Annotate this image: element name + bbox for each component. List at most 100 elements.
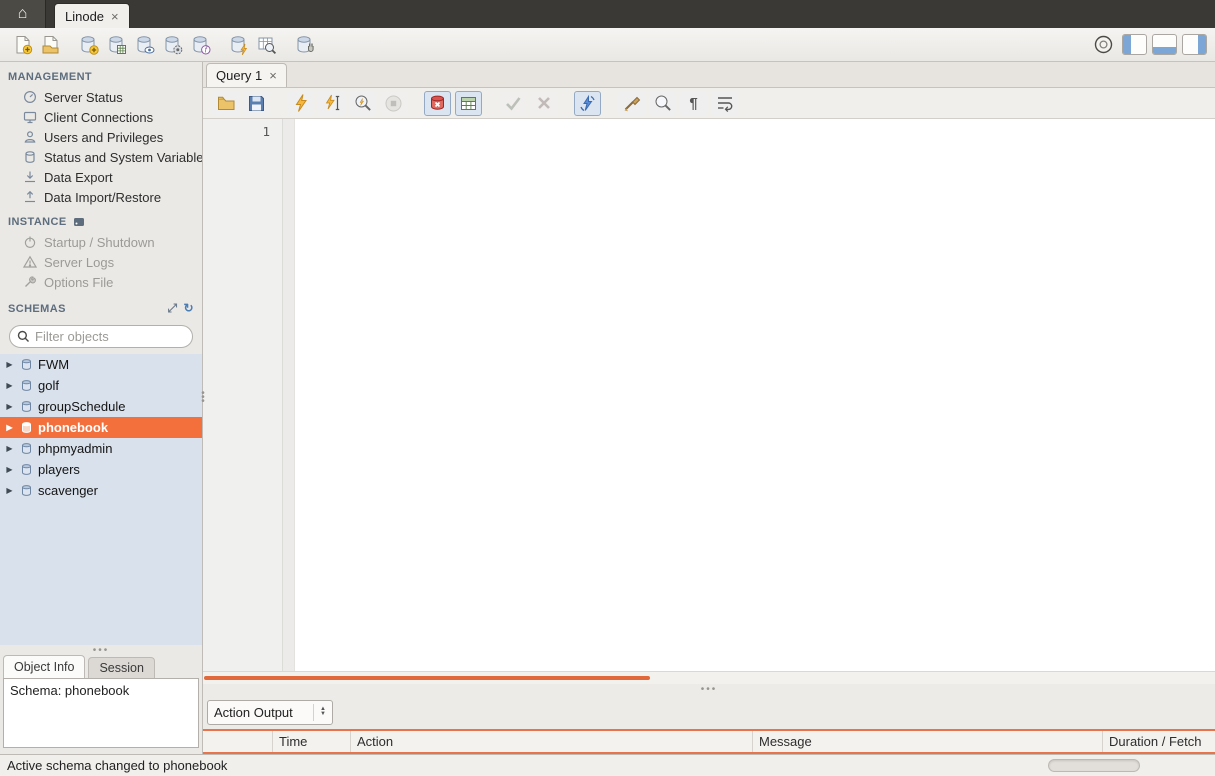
sidebar-item-server-status[interactable]: Server Status — [0, 87, 202, 107]
right-panel-icon — [1198, 35, 1206, 54]
limit-rows-button[interactable] — [455, 91, 482, 116]
expand-arrow-icon[interactable]: ▶ — [5, 381, 14, 390]
pilcrow-icon: ¶ — [689, 95, 697, 112]
toggle-output-area-button[interactable] — [1152, 34, 1177, 55]
tab-session-label: Session — [99, 661, 143, 675]
open-file-icon — [216, 93, 236, 113]
create-function-button[interactable]: f — [186, 31, 214, 59]
new-query-tab-icon — [12, 34, 33, 55]
search-icon — [17, 330, 30, 343]
fold-margin — [283, 119, 295, 671]
expand-arrow-icon[interactable]: ▶ — [5, 444, 14, 453]
expand-arrow-icon[interactable]: ▶ — [5, 402, 14, 411]
wrap-text-button[interactable] — [711, 91, 738, 116]
schema-filter-input[interactable] — [35, 329, 185, 344]
toggle-sidebar-button[interactable] — [1122, 34, 1147, 55]
sidebar-item-label: Server Logs — [44, 255, 114, 270]
sidebar-item-label: Data Import/Restore — [44, 190, 161, 205]
query-tab-1[interactable]: Query 1 × — [206, 63, 287, 87]
open-file-button[interactable] — [212, 91, 239, 116]
sidebar-item-startup-shutdown[interactable]: Startup / Shutdown — [0, 232, 202, 252]
scrollbar-thumb[interactable] — [204, 676, 650, 680]
schema-item-phonebook[interactable]: ▶ phonebook — [0, 417, 202, 438]
stop-button[interactable] — [380, 91, 407, 116]
connection-tab-linode[interactable]: Linode × — [54, 3, 130, 28]
expand-arrow-icon[interactable]: ▶ — [5, 360, 14, 369]
execute-button[interactable] — [287, 91, 314, 116]
editor-horizontal-scrollbar[interactable] — [203, 671, 1215, 684]
execute-current-statement-button[interactable] — [318, 91, 345, 116]
server-status-icon — [22, 90, 37, 105]
expand-arrow-icon[interactable]: ▶ — [5, 423, 14, 432]
expand-schemas-icon[interactable]: ⤢ — [168, 301, 178, 316]
close-icon[interactable]: × — [269, 68, 277, 83]
home-tab[interactable]: ⌂ — [0, 0, 46, 28]
instance-icon — [73, 216, 85, 228]
output-column-duration: Duration / Fetch — [1103, 731, 1215, 752]
schema-item-fwm[interactable]: ▶ FWM — [0, 354, 202, 375]
create-function-icon: f — [190, 34, 211, 55]
sidebar-item-data-export[interactable]: Data Export — [0, 167, 202, 187]
output-column-icon — [203, 731, 273, 752]
sidebar-item-server-logs[interactable]: Server Logs — [0, 252, 202, 272]
search-table-data-button[interactable] — [252, 31, 280, 59]
create-table-button[interactable] — [102, 31, 130, 59]
status-message: Active schema changed to phonebook — [7, 758, 227, 773]
reconnect-dbms-button[interactable] — [290, 31, 318, 59]
code-input-area[interactable] — [295, 119, 1215, 671]
sidebar-item-data-import[interactable]: Data Import/Restore — [0, 187, 202, 207]
output-panel-resize-handle[interactable]: ••• — [203, 684, 1215, 695]
management-section-title: MANAGEMENT — [0, 62, 202, 87]
output-type-select[interactable]: Action Output ▲▼ — [207, 700, 333, 725]
schema-item-scavenger[interactable]: ▶ scavenger — [0, 480, 202, 501]
data-export-icon — [22, 170, 37, 185]
sidebar-item-users-privileges[interactable]: Users and Privileges — [0, 127, 202, 147]
create-trigger-icon — [228, 34, 249, 55]
new-query-tab-button[interactable] — [8, 31, 36, 59]
sidebar-item-client-connections[interactable]: Client Connections — [0, 107, 202, 127]
toggle-secondary-sidebar-button[interactable] — [1182, 34, 1207, 55]
toggle-autocommit-button[interactable] — [574, 91, 601, 116]
execute-icon — [291, 93, 311, 113]
beautify-icon — [622, 93, 642, 113]
open-sql-script-button[interactable] — [36, 31, 64, 59]
create-procedure-button[interactable] — [158, 31, 186, 59]
sidebar-item-status-system-variables[interactable]: Status and System Variables — [0, 147, 202, 167]
home-icon: ⌂ — [18, 5, 28, 23]
beautify-button[interactable] — [618, 91, 645, 116]
create-view-button[interactable] — [130, 31, 158, 59]
commit-button[interactable] — [499, 91, 526, 116]
create-trigger-button[interactable] — [224, 31, 252, 59]
schema-item-phpmyadmin[interactable]: ▶ phpmyadmin — [0, 438, 202, 459]
workbench-badge-button[interactable] — [1089, 31, 1117, 59]
schema-filter[interactable] — [9, 325, 193, 348]
schema-name: phpmyadmin — [38, 441, 112, 456]
tab-session[interactable]: Session — [88, 657, 154, 678]
status-progress-well — [1048, 759, 1140, 772]
expand-arrow-icon[interactable]: ▶ — [5, 465, 14, 474]
refresh-schemas-icon[interactable]: ↻ — [184, 301, 194, 316]
rollback-button[interactable] — [530, 91, 557, 116]
commit-icon — [503, 93, 523, 113]
create-schema-button[interactable] — [74, 31, 102, 59]
schema-item-golf[interactable]: ▶ golf — [0, 375, 202, 396]
schema-icon — [19, 358, 33, 372]
schema-name: players — [38, 462, 80, 477]
sidebar-item-options-file[interactable]: Options File — [0, 272, 202, 292]
sidebar-resize-handle[interactable]: ••• — [199, 392, 207, 404]
show-invisibles-button[interactable]: ¶ — [680, 91, 707, 116]
object-info-panel: Schema: phonebook — [3, 678, 199, 748]
output-type-value: Action Output — [214, 705, 293, 720]
save-button[interactable] — [243, 91, 270, 116]
find-button[interactable] — [649, 91, 676, 116]
explain-button[interactable] — [349, 91, 376, 116]
tab-object-info[interactable]: Object Info — [3, 655, 85, 678]
expand-arrow-icon[interactable]: ▶ — [5, 486, 14, 495]
close-icon[interactable]: × — [111, 9, 119, 24]
toggle-stop-on-error-button[interactable] — [424, 91, 451, 116]
sidebar-panel-resize-handle[interactable]: ••• — [0, 645, 202, 655]
sql-editor: 1 — [203, 119, 1215, 671]
schema-item-groupschedule[interactable]: ▶ groupSchedule — [0, 396, 202, 417]
limit-rows-icon — [459, 94, 478, 113]
schema-item-players[interactable]: ▶ players — [0, 459, 202, 480]
